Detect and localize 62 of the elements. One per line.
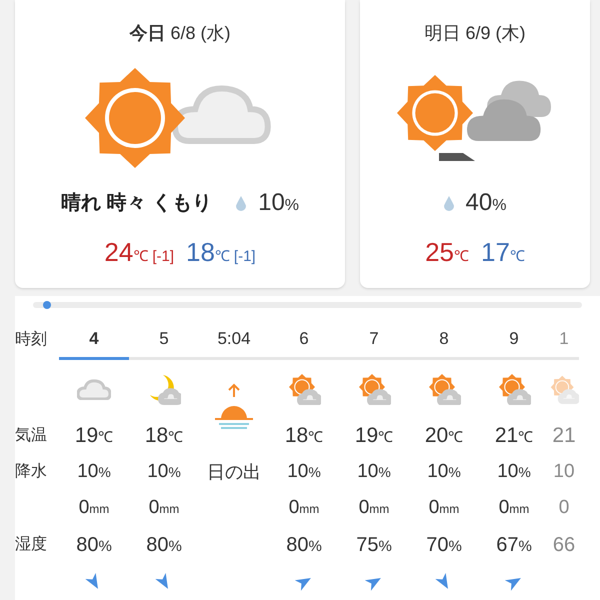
high-temp: 24℃ <box>104 236 148 269</box>
rain-value: 0mm <box>358 496 390 520</box>
scroll-handle[interactable] <box>43 301 51 309</box>
rain-value: 0mm <box>78 496 110 520</box>
high-temp: 25℃ <box>425 236 469 269</box>
day-title: 明日 6/9 (木) <box>424 22 526 45</box>
humidity-value: 66 <box>552 533 576 558</box>
precip-value: 10% <box>287 460 321 484</box>
hour-tab[interactable]: 6 <box>269 320 339 360</box>
hour-tab[interactable]: 8 <box>409 320 479 360</box>
temp-value: 20℃ <box>424 423 464 450</box>
row-label: 湿度 <box>15 534 47 555</box>
temp-diff: [-1] <box>234 247 256 267</box>
humidity-value: 67% <box>496 533 532 558</box>
temp-value: 18℃ <box>284 423 324 450</box>
hour-tab[interactable]: 5:04 <box>199 320 269 360</box>
low-temp: 18℃ <box>186 236 230 269</box>
hour-tab[interactable]: 9 <box>479 320 549 360</box>
sun-cloud-icon <box>357 373 391 405</box>
sun-cloud-icon <box>549 373 579 405</box>
precip-value: 10% <box>497 460 531 484</box>
humidity-value: 70% <box>426 533 462 558</box>
hour-tab[interactable]: 7 <box>339 320 409 360</box>
hour-tab[interactable]: 4 <box>59 320 129 360</box>
day-title: 今日 6/8 (水) <box>129 22 230 45</box>
rain-value: 0mm <box>288 496 320 520</box>
humidity-value: 80% <box>286 533 322 558</box>
sun-cloud-icon <box>287 373 321 405</box>
raindrop-icon <box>236 196 246 210</box>
temp-value: 19℃ <box>74 423 114 450</box>
row-label: 気温 <box>15 426 47 446</box>
rain-value: 0 <box>558 496 570 520</box>
temp-value: 21℃ <box>494 423 534 450</box>
low-temp: 17℃ <box>481 236 525 269</box>
sunrise-label: 日の出 <box>207 460 261 484</box>
precip-value: 10% <box>427 460 461 484</box>
temp-value: 19℃ <box>354 423 394 450</box>
row-label: 降水 <box>15 462 47 482</box>
row-label: 時刻 <box>15 330 47 350</box>
humidity-value: 75% <box>356 533 392 558</box>
rain-value: 0mm <box>148 496 180 520</box>
precip-value: 10 <box>553 460 575 484</box>
humidity-value: 80% <box>146 533 182 558</box>
moon-cloud-icon <box>147 373 181 405</box>
precip-value: 10% <box>77 460 111 484</box>
scroll-track[interactable] <box>33 302 582 308</box>
hour-tab[interactable]: 5 <box>129 320 199 360</box>
weather-summary: 晴れ 時々 くもり <box>60 191 212 216</box>
temp-value: 18℃ <box>144 423 184 450</box>
precip-value: 10% <box>357 460 391 484</box>
humidity-value: 80% <box>76 533 112 558</box>
sun-cloud-icon <box>497 373 531 405</box>
rain-value: 0mm <box>498 496 530 520</box>
raindrop-icon <box>444 196 454 210</box>
temp-diff: [-1] <box>152 247 174 267</box>
cloud-icon <box>77 378 111 400</box>
sun-cloud-icon <box>427 373 461 405</box>
precip-chance: 40% <box>466 188 506 218</box>
precip-value: 10% <box>147 460 181 484</box>
temp-value: 21 <box>552 423 576 450</box>
rain-value: 0mm <box>428 496 460 520</box>
precip-chance: 10% <box>258 188 300 218</box>
